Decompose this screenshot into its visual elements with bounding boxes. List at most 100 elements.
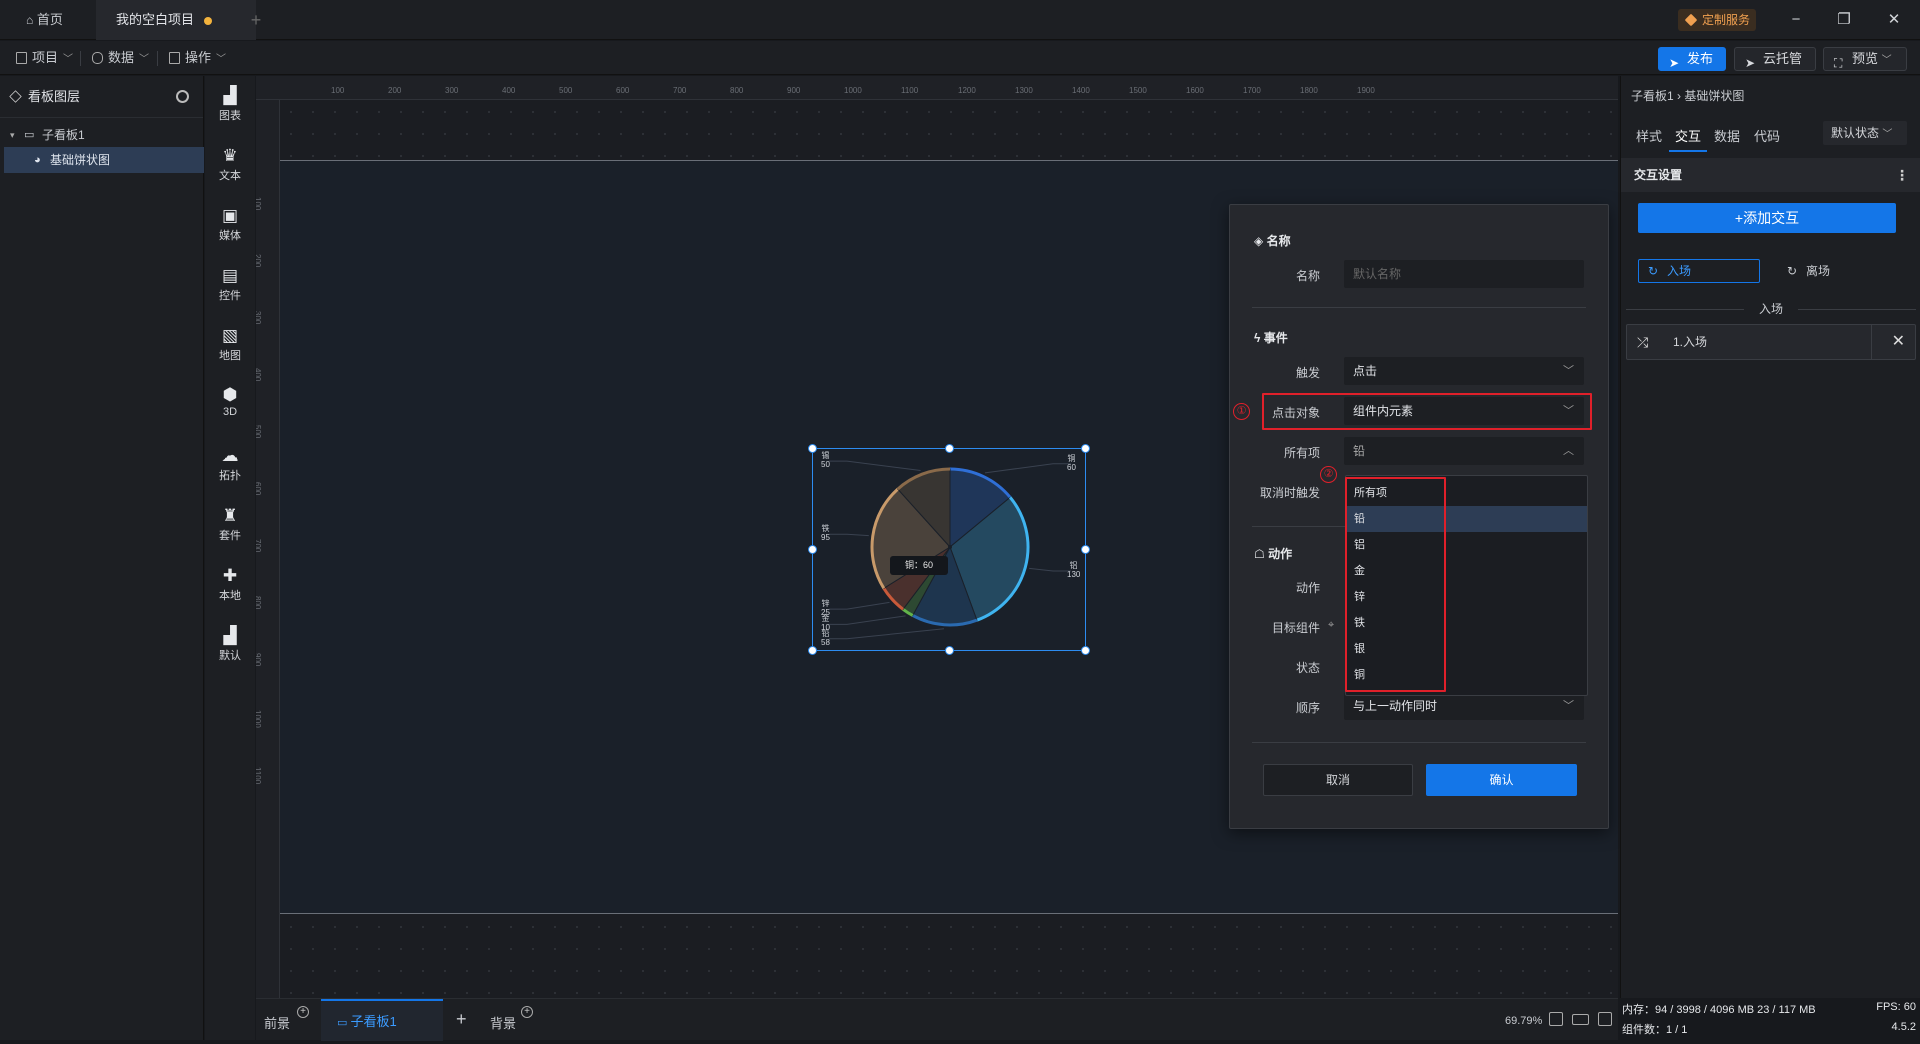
tab-background[interactable]: 背景: [490, 1013, 516, 1032]
menu-divider: [80, 51, 81, 66]
component-label: 3D: [222, 406, 238, 418]
cancel-button[interactable]: 取消: [1263, 764, 1413, 796]
component-text[interactable]: ♛ 文本: [205, 146, 255, 183]
event-section-title: ϟ 事件: [1254, 329, 1288, 346]
pie-label-line: [829, 615, 906, 625]
ruler-tick-label: 500: [559, 86, 573, 95]
component-topology[interactable]: ☁ 拓扑: [205, 446, 255, 483]
tab-project[interactable]: 我的空白项目: [96, 0, 256, 40]
pie-label-line: [829, 460, 921, 471]
component-control[interactable]: ▤ 控件: [205, 266, 255, 303]
publish-button[interactable]: ➤ 发布: [1658, 47, 1726, 71]
target-component-label: 目标组件: [1271, 621, 1320, 635]
search-icon[interactable]: [176, 90, 189, 103]
leave-tab[interactable]: ↻ 离场: [1780, 259, 1880, 283]
pie-value-label: 95: [821, 533, 830, 543]
tab-data[interactable]: 数据: [1714, 126, 1740, 145]
cloud-host-button[interactable]: ➤ 云托管: [1734, 47, 1816, 71]
add-board-icon[interactable]: +: [456, 1009, 467, 1030]
ruler-tick-label: 1000: [256, 710, 262, 728]
layer-item-pie-chart[interactable]: ◕ 基础饼状图: [4, 147, 204, 173]
component-default[interactable]: ▟ 默认: [205, 626, 255, 663]
resize-handle[interactable]: [945, 444, 954, 453]
menu-data[interactable]: 数据 ﹀: [90, 49, 149, 67]
more-icon[interactable]: ⋮: [1895, 158, 1909, 192]
component-kit[interactable]: ♜ 套件: [205, 506, 255, 543]
lightning-icon: ϟ: [1254, 331, 1261, 345]
minimize-icon[interactable]: −: [1786, 10, 1806, 30]
pie-value-label: 10: [821, 623, 830, 633]
bottom-bar: 前景 + ▭ 子看板1 + 背景 + 69.79%: [256, 998, 1618, 1041]
fit-screen-icon[interactable]: [1549, 1012, 1563, 1026]
name-section-title: ◈ 名称: [1254, 232, 1291, 249]
tab-interaction[interactable]: 交互: [1675, 126, 1701, 145]
target-icon[interactable]: ⌖: [1328, 619, 1334, 632]
ruler-tick-label: 1800: [1300, 86, 1318, 95]
resize-handle[interactable]: [808, 545, 817, 554]
trigger-select[interactable]: 点击 ﹀: [1344, 357, 1584, 385]
menu-divider: [157, 51, 158, 66]
add-background-icon[interactable]: +: [521, 1006, 533, 1018]
menu-project[interactable]: 项目 ﹀: [14, 49, 73, 67]
tab-sub-board[interactable]: ▭ 子看板1: [321, 999, 443, 1041]
refresh-icon: ↻: [1787, 264, 1798, 278]
resize-handle[interactable]: [1081, 545, 1090, 554]
order-select[interactable]: 与上一动作同时 ﹀: [1344, 692, 1584, 720]
name-input[interactable]: 默认名称: [1344, 260, 1584, 288]
enter-section-divider: 入场: [1626, 302, 1916, 316]
keyboard-icon[interactable]: [1572, 1014, 1589, 1025]
layer-item-sub-board[interactable]: ▾ ▭ 子看板1: [4, 122, 204, 148]
order-label: 顺序: [1295, 701, 1320, 715]
pie-value-label: 58: [821, 637, 830, 647]
tab-style[interactable]: 样式: [1636, 126, 1662, 145]
tab-code[interactable]: 代码: [1754, 126, 1780, 145]
resize-handle[interactable]: [1081, 444, 1090, 453]
ruler-tick-label: 200: [256, 254, 262, 268]
order-value: 与上一动作同时: [1353, 699, 1438, 713]
breadcrumb: 子看板1 › 基础饼状图: [1631, 89, 1745, 103]
document-icon: [16, 52, 27, 64]
resize-handle[interactable]: [808, 444, 817, 453]
preview-button[interactable]: ⛶ 预览 ﹀: [1823, 47, 1907, 71]
component-media[interactable]: ▣ 媒体: [205, 206, 255, 243]
resize-handle[interactable]: [808, 646, 817, 655]
custom-service-button[interactable]: 定制服务: [1678, 9, 1757, 31]
component-chart[interactable]: ▟ 图表: [205, 86, 255, 123]
all-items-select[interactable]: 铅 ︿: [1344, 437, 1584, 465]
tab-home[interactable]: ⌂ 首页: [18, 0, 94, 40]
component-label: 文本: [219, 170, 241, 182]
pie-chart-widget[interactable]: 铜 60 铝 130 铅 58 金 10 锌 25 铁 95 锡 50: [808, 444, 1090, 655]
ruler-tick-label: 100: [331, 86, 345, 95]
close-icon[interactable]: ✕: [1892, 325, 1905, 359]
pie-data-label: 铁 95: [821, 524, 830, 542]
component-local[interactable]: ✚ 本地: [205, 566, 255, 603]
component-3d[interactable]: ⬢ 3D: [205, 385, 255, 418]
enter-tab[interactable]: ↻ 入场: [1638, 259, 1760, 283]
tab-foreground[interactable]: 前景: [264, 1013, 290, 1032]
add-tab-button[interactable]: +: [244, 0, 268, 40]
ruler-tick-label: 900: [787, 86, 801, 95]
terminal-icon[interactable]: [1598, 1012, 1612, 1026]
component-map[interactable]: ▧ 地图: [205, 326, 255, 363]
close-icon[interactable]: ✕: [1884, 10, 1904, 30]
menu-operation[interactable]: 操作 ﹀: [167, 49, 226, 67]
ruler-tick-label: 1600: [1186, 86, 1204, 95]
dialog-divider: [1252, 742, 1586, 743]
bar-chart-icon: ▟: [223, 86, 237, 105]
zoom-level[interactable]: 69.79%: [1505, 1015, 1542, 1027]
resize-handle[interactable]: [945, 646, 954, 655]
gem-icon: [1684, 13, 1698, 27]
add-foreground-icon[interactable]: +: [297, 1006, 309, 1018]
version-label: 4.5.2: [1891, 1021, 1916, 1033]
maximize-icon[interactable]: ❐: [1834, 10, 1854, 30]
add-interaction-button[interactable]: +添加交互: [1638, 203, 1896, 233]
chevron-down-icon: ﹀: [1563, 700, 1574, 712]
pie-label-line: [1029, 567, 1071, 572]
ruler-tick-label: 900: [256, 653, 262, 667]
action-list-item[interactable]: ⤮ 1.入场 ✕: [1626, 324, 1916, 360]
resize-handle[interactable]: [1081, 646, 1090, 655]
ruler-tick-label: 700: [256, 539, 262, 553]
confirm-button[interactable]: 确认: [1426, 764, 1577, 796]
trigger-label: 触发: [1295, 366, 1320, 380]
state-select[interactable]: 默认状态 ﹀: [1823, 121, 1907, 145]
